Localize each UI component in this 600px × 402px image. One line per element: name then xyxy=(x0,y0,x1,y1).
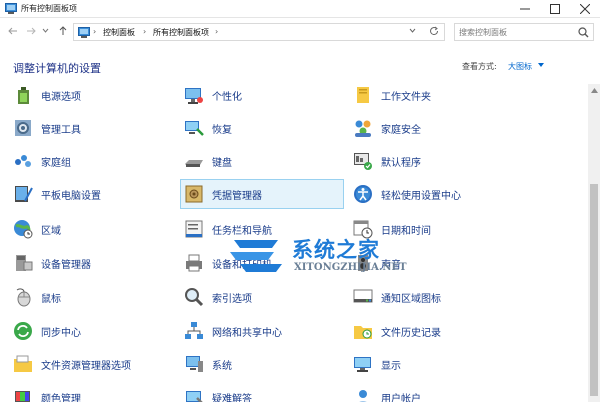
tablet-pen-icon xyxy=(15,186,33,202)
item-power-options[interactable]: 电源选项 xyxy=(10,84,170,110)
breadcrumb-separator: › xyxy=(143,27,147,36)
up-arrow-icon xyxy=(59,26,67,35)
item-recovery[interactable]: 恢复 xyxy=(181,113,341,143)
address-row: › 控制面板 › 所有控制面板项 › xyxy=(0,19,600,45)
view-by-dropdown[interactable]: 大图标 xyxy=(508,61,532,72)
magnifier-icon xyxy=(185,288,204,307)
window-title: 所有控制面板项 xyxy=(21,4,77,13)
scroll-thumb[interactable] xyxy=(590,184,598,396)
default-programs-icon xyxy=(354,153,372,170)
keyboard-icon xyxy=(185,160,203,167)
item-keyboard[interactable]: 键盘 xyxy=(181,146,341,176)
credential-safe-icon xyxy=(185,185,203,203)
control-panel-icon xyxy=(78,27,90,38)
recovery-icon xyxy=(185,121,204,136)
item-credential-manager[interactable]: 凭据管理器 xyxy=(180,179,344,209)
file-history-icon xyxy=(354,326,372,339)
taskbar-icon xyxy=(185,220,203,238)
dropdown-triangle-icon[interactable] xyxy=(538,63,544,67)
user-accounts-icon xyxy=(359,390,367,402)
globe-clock-icon xyxy=(14,220,33,239)
view-by-label: 查看方式: xyxy=(462,62,497,71)
breadcrumb-separator: › xyxy=(93,27,97,36)
refresh-button[interactable] xyxy=(429,26,439,39)
minimize-icon xyxy=(520,8,530,10)
item-tablet-settings[interactable]: 平板电脑设置 xyxy=(10,179,170,209)
item-display[interactable]: 显示 xyxy=(350,349,550,379)
item-work-folders[interactable]: 工作文件夹 xyxy=(350,84,550,110)
network-icon xyxy=(185,322,203,339)
search-box[interactable] xyxy=(454,23,594,41)
watermark: 系统之家 XITONGZHIJIA.NET xyxy=(220,224,470,290)
troubleshooting-icon xyxy=(186,391,203,402)
mouse-icon xyxy=(16,288,31,307)
ease-of-access-icon xyxy=(354,185,372,203)
back-arrow-icon xyxy=(8,27,17,35)
item-administrative-tools[interactable]: 管理工具 xyxy=(10,113,170,143)
item-troubleshooting[interactable]: 疑难解答 xyxy=(181,382,341,402)
item-file-history[interactable]: 文件历史记录 xyxy=(350,316,550,346)
up-button[interactable] xyxy=(58,26,68,39)
forward-arrow-icon xyxy=(27,27,36,35)
system-icon xyxy=(186,356,203,372)
chevron-up-icon xyxy=(590,87,598,93)
breadcrumb-all-items[interactable]: 所有控制面板项 xyxy=(153,27,209,38)
breadcrumb-separator: › xyxy=(215,27,219,36)
device-manager-icon xyxy=(16,255,33,271)
item-ease-of-access[interactable]: 轻松使用设置中心 xyxy=(350,179,550,209)
recent-locations-button[interactable] xyxy=(42,27,49,37)
maximize-icon xyxy=(550,4,560,14)
watermark-url: XITONGZHIJIA.NET xyxy=(294,262,407,273)
item-sync-center[interactable]: 同步中心 xyxy=(10,316,170,346)
tools-icon xyxy=(15,120,31,136)
color-management-icon xyxy=(15,391,30,402)
maximize-button[interactable] xyxy=(540,0,570,18)
chevron-down-icon xyxy=(42,28,49,33)
item-user-accounts[interactable]: 用户帐户 xyxy=(350,382,550,402)
item-mouse[interactable]: 鼠标 xyxy=(10,282,170,312)
folder-options-icon xyxy=(14,355,32,372)
family-icon xyxy=(355,120,371,137)
watermark-text: 系统之家 xyxy=(292,238,380,262)
address-bar[interactable]: › 控制面板 › 所有控制面板项 › xyxy=(73,23,445,41)
homegroup-icon xyxy=(15,155,31,167)
watermark-logo-icon xyxy=(230,240,282,272)
search-input[interactable] xyxy=(459,26,577,39)
sync-icon xyxy=(14,322,32,340)
item-device-manager[interactable]: 设备管理器 xyxy=(10,248,170,278)
chevron-down-icon xyxy=(409,28,416,33)
breadcrumb-control-panel[interactable]: 控制面板 xyxy=(103,27,135,38)
back-button[interactable] xyxy=(8,26,18,39)
control-panel-icon xyxy=(5,3,17,14)
printer-icon xyxy=(186,254,202,272)
close-button[interactable] xyxy=(570,0,600,18)
search-icon xyxy=(578,27,589,38)
item-family-safety[interactable]: 家庭安全 xyxy=(350,113,550,143)
address-dropdown-button[interactable] xyxy=(409,27,416,36)
monitor-icon xyxy=(185,88,203,104)
page-title: 调整计算机的设置 xyxy=(13,62,101,75)
close-icon xyxy=(580,4,590,14)
item-personalization[interactable]: 个性化 xyxy=(181,84,341,110)
refresh-icon xyxy=(430,26,439,36)
scroll-up-button[interactable] xyxy=(588,84,600,96)
title-bar: 所有控制面板项 xyxy=(0,0,600,18)
item-default-programs[interactable]: 默认程序 xyxy=(350,146,550,176)
vertical-scrollbar[interactable] xyxy=(588,84,600,402)
display-icon xyxy=(354,357,371,372)
minimize-button[interactable] xyxy=(510,0,540,18)
item-file-explorer-options[interactable]: 文件资源管理器选项 xyxy=(10,349,180,379)
item-homegroup[interactable]: 家庭组 xyxy=(10,146,170,176)
folder-icon xyxy=(357,87,369,103)
item-network-sharing[interactable]: 网络和共享中心 xyxy=(181,316,341,346)
battery-icon xyxy=(18,87,29,104)
item-region[interactable]: 区域 xyxy=(10,214,170,244)
item-system[interactable]: 系统 xyxy=(181,349,341,379)
item-color-management[interactable]: 颜色管理 xyxy=(10,382,170,402)
forward-button[interactable] xyxy=(26,26,36,39)
